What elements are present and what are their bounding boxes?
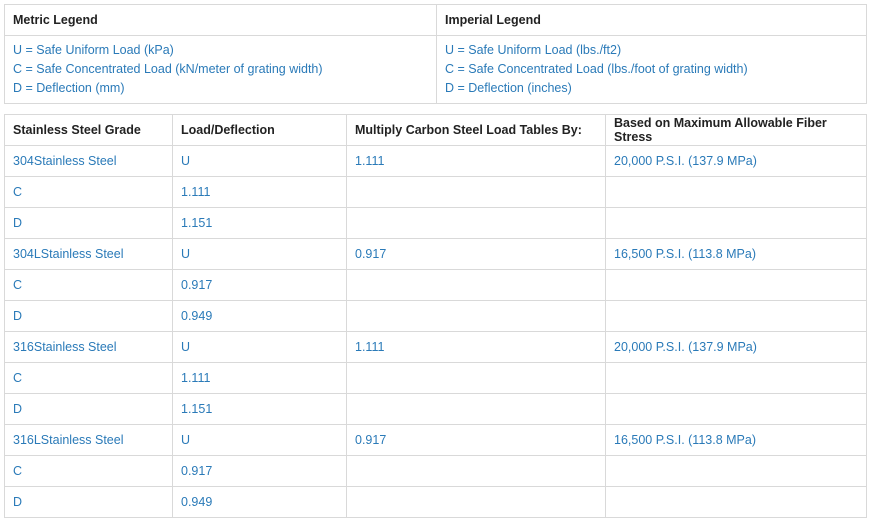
- grade-cell: D: [4, 393, 173, 425]
- grade-cell: 316LStainless Steel: [4, 424, 173, 456]
- imperial-legend-concentrated: C = Safe Concentrated Load (lbs./foot of…: [445, 62, 748, 76]
- grade-cell: C: [4, 455, 173, 487]
- load-deflection-cell: U: [172, 145, 347, 177]
- load-deflection-cell: U: [172, 238, 347, 270]
- fiber-stress-cell: [605, 269, 867, 301]
- grade-cell: 304LStainless Steel: [4, 238, 173, 270]
- imperial-legend-title: Imperial Legend: [436, 4, 867, 36]
- multiplier-cell: 0.917: [346, 424, 606, 456]
- multiplier-cell: 1.111: [346, 331, 606, 363]
- table-row: D 1.151: [4, 393, 867, 425]
- multiplier-cell: [346, 455, 606, 487]
- imperial-legend-uniform: U = Safe Uniform Load (lbs./ft2): [445, 43, 622, 57]
- imperial-legend-cell: U = Safe Uniform Load (lbs./ft2) C = Saf…: [436, 35, 867, 104]
- fiber-stress-cell: [605, 455, 867, 487]
- table-row: C 1.111: [4, 362, 867, 394]
- load-deflection-cell: 0.917: [172, 455, 347, 487]
- metric-legend-title: Metric Legend: [4, 4, 437, 36]
- metric-legend-cell: U = Safe Uniform Load (kPa) C = Safe Con…: [4, 35, 437, 104]
- grade-cell: C: [4, 362, 173, 394]
- fiber-stress-cell: [605, 207, 867, 239]
- fiber-stress-cell: [605, 486, 867, 518]
- multiplier-cell: [346, 207, 606, 239]
- load-deflection-cell: 1.151: [172, 393, 347, 425]
- table-row: C 1.111: [4, 176, 867, 208]
- grade-cell: C: [4, 269, 173, 301]
- table-row: D 0.949: [4, 300, 867, 332]
- load-deflection-cell: 0.949: [172, 300, 347, 332]
- fiber-stress-cell: 16,500 P.S.I. (113.8 MPa): [605, 238, 867, 270]
- table-header-row: Stainless Steel Grade Load/Deflection Mu…: [4, 114, 867, 146]
- grade-cell: D: [4, 300, 173, 332]
- imperial-legend-deflection: D = Deflection (inches): [445, 81, 572, 95]
- legend-header-row: Metric Legend Imperial Legend: [4, 4, 867, 36]
- multiplier-cell: [346, 176, 606, 208]
- table-row: 304LStainless Steel U 0.917 16,500 P.S.I. (…: [4, 238, 867, 270]
- table-row: C 0.917: [4, 269, 867, 301]
- multiplier-cell: [346, 393, 606, 425]
- metric-legend-concentrated: C = Safe Concentrated Load (kN/meter of …: [13, 62, 323, 76]
- multiplier-cell: [346, 362, 606, 394]
- load-deflection-cell: 1.111: [172, 176, 347, 208]
- legend-table: Metric Legend Imperial Legend U = Safe U…: [4, 4, 867, 104]
- table-row: D 0.949: [4, 486, 867, 518]
- fiber-stress-cell: [605, 300, 867, 332]
- table-row: C 0.917: [4, 455, 867, 487]
- multiplier-cell: [346, 269, 606, 301]
- grade-cell: 316Stainless Steel: [4, 331, 173, 363]
- multiplier-cell: 1.111: [346, 145, 606, 177]
- metric-legend-deflection: D = Deflection (mm): [13, 81, 125, 95]
- grade-cell: 304Stainless Steel: [4, 145, 173, 177]
- fiber-stress-cell: [605, 362, 867, 394]
- multiplier-cell: [346, 300, 606, 332]
- col-header-grade: Stainless Steel Grade: [4, 114, 173, 146]
- fiber-stress-cell: 20,000 P.S.I. (137.9 MPa): [605, 331, 867, 363]
- grade-cell: D: [4, 207, 173, 239]
- grade-cell: C: [4, 176, 173, 208]
- col-header-fiber-stress: Based on Maximum Allowable Fiber Stress: [605, 114, 867, 146]
- fiber-stress-cell: [605, 176, 867, 208]
- load-deflection-cell: 1.151: [172, 207, 347, 239]
- grade-cell: D: [4, 486, 173, 518]
- fiber-stress-cell: [605, 393, 867, 425]
- load-deflection-cell: U: [172, 331, 347, 363]
- stainless-load-table: Stainless Steel Grade Load/Deflection Mu…: [4, 114, 867, 518]
- col-header-load-deflection: Load/Deflection: [172, 114, 347, 146]
- load-deflection-cell: 0.949: [172, 486, 347, 518]
- col-header-multiplier: Multiply Carbon Steel Load Tables By:: [346, 114, 606, 146]
- load-deflection-cell: 0.917: [172, 269, 347, 301]
- metric-legend-uniform: U = Safe Uniform Load (kPa): [13, 43, 174, 57]
- load-deflection-cell: U: [172, 424, 347, 456]
- table-body: 304Stainless Steel U 1.111 20,000 P.S.I. (1…: [4, 145, 867, 518]
- legend-body-row: U = Safe Uniform Load (kPa) C = Safe Con…: [4, 35, 867, 104]
- load-deflection-cell: 1.111: [172, 362, 347, 394]
- table-row: D 1.151: [4, 207, 867, 239]
- page-content: Metric Legend Imperial Legend U = Safe U…: [4, 4, 867, 518]
- fiber-stress-cell: 20,000 P.S.I. (137.9 MPa): [605, 145, 867, 177]
- multiplier-cell: [346, 486, 606, 518]
- fiber-stress-cell: 16,500 P.S.I. (113.8 MPa): [605, 424, 867, 456]
- multiplier-cell: 0.917: [346, 238, 606, 270]
- table-row: 316Stainless Steel U 1.111 20,000 P.S.I. (1…: [4, 331, 867, 363]
- table-row: 316LStainless Steel U 0.917 16,500 P.S.I. (…: [4, 424, 867, 456]
- table-row: 304Stainless Steel U 1.111 20,000 P.S.I. (1…: [4, 145, 867, 177]
